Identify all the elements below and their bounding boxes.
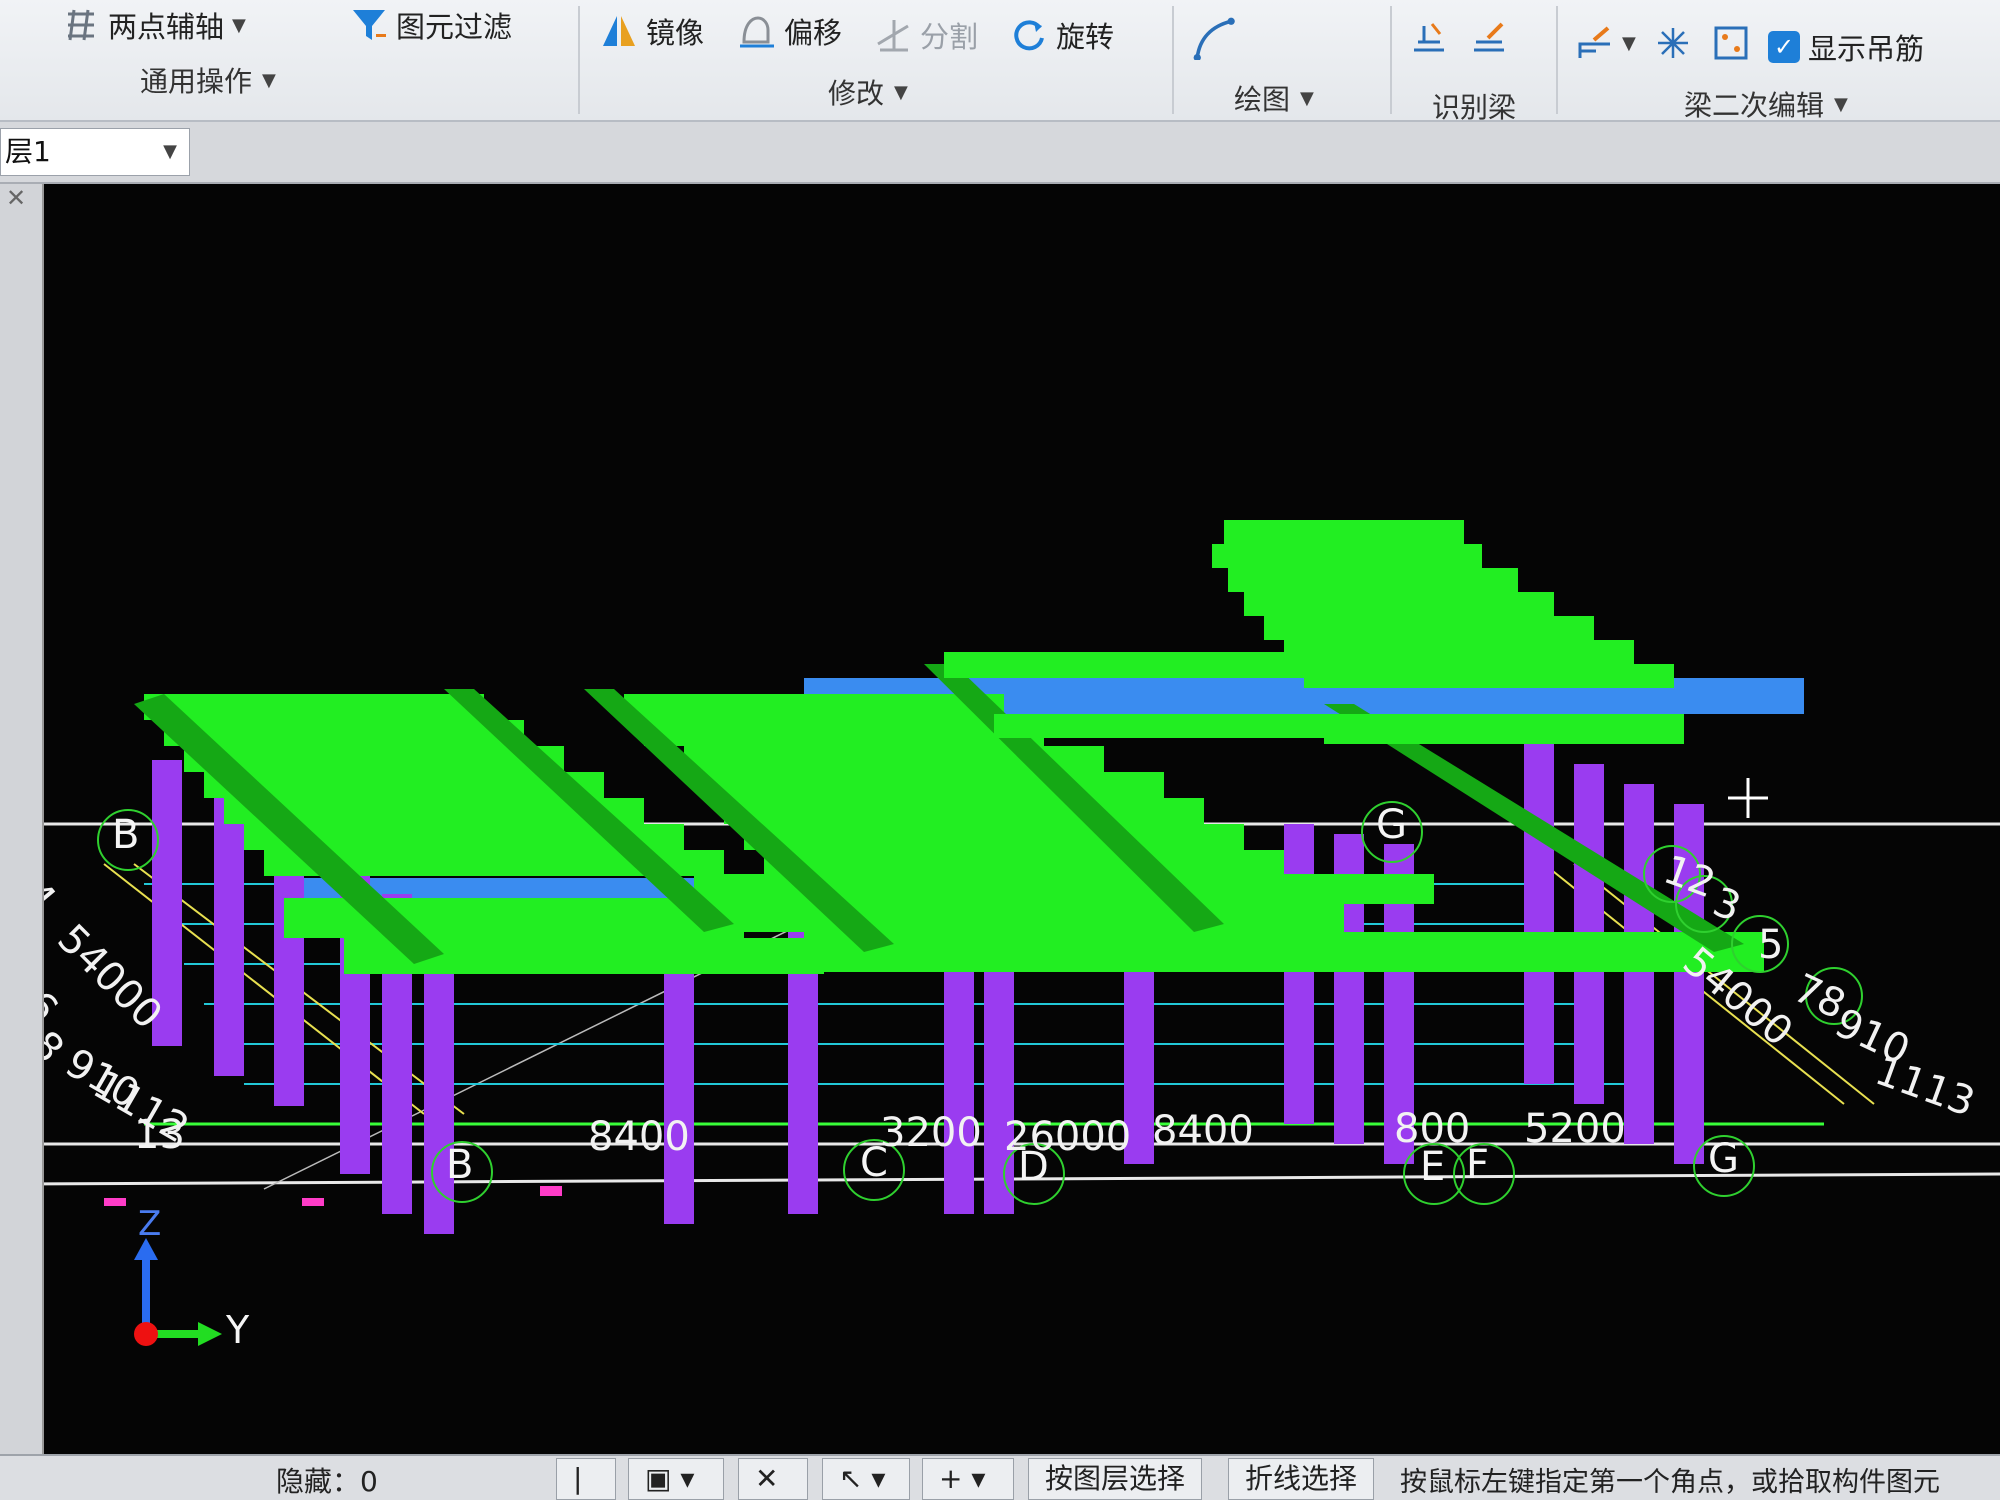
general-ops-label-text: 通用操作 [140,65,253,98]
dim-left-6: 13 [134,1112,185,1158]
dim-right-2: 5 [1758,922,1784,968]
beam-identify-icon [1414,23,1444,52]
draw-group-label[interactable]: 绘图 ▼ [1234,78,1314,118]
chevron-down-icon: ▼ [894,81,908,103]
split-label: 分割 [920,20,979,54]
dim-front-0: 8400 [588,1114,690,1160]
select-by-layer-button[interactable]: 按图层选择 [1028,1458,1203,1500]
rotate-label: 旋转 [1056,20,1115,54]
arc-draw-icon [1193,17,1235,60]
chevron-down-icon[interactable]: ▼ [232,15,246,36]
beam-edit-icon [1474,22,1504,52]
dim-front-5: 5200 [1524,1106,1626,1152]
polyline-select-button[interactable]: 折线选择 [1228,1458,1375,1500]
split-button[interactable]: 分割 [874,14,978,56]
beam-edit-group-label[interactable]: 梁二次编辑 ▼ [1684,84,1848,124]
layer-select-value: 层1 [5,135,51,168]
modify-label-text: 修改 [828,77,885,110]
beam-span-icon [1578,26,1610,58]
axis-label-front-b: B [446,1142,474,1188]
grid-select-icon [1714,26,1748,60]
show-hanger-label: 显示吊筋 [1808,32,1925,66]
ribbon-separator [1172,6,1174,114]
ribbon-toolbar: 两点辅轴 ▼ 图元过滤 通用操作 ▼ 镜像 偏移 分割 旋转 修改 ▼ 绘图 ▼… [0,0,2000,124]
filter-label: 图元过滤 [396,10,513,44]
close-icon[interactable]: ✕ [6,184,26,212]
axis-grid-icon [68,9,94,41]
two-point-axis-button[interactable]: 两点辅轴 ▼ [62,4,246,46]
cross-select-button[interactable]: ✕ [738,1458,808,1500]
dim-front-4: 800 [1394,1106,1471,1152]
view-mode-button[interactable]: | [556,1458,616,1500]
hidden-count: 隐藏：0 [276,1465,378,1498]
chevron-down-icon: ▼ [1300,87,1314,109]
ribbon-separator [1556,6,1558,114]
chevron-down-icon: ▼ [262,69,276,91]
two-point-axis-label: 两点辅轴 [108,10,225,44]
chevron-down-icon: ▼ [1834,93,1848,115]
axis-label-front-g: G [1708,1136,1739,1182]
select-box-icon: ▣ ▾ [645,1462,695,1495]
nav-axes-gizmo [134,1238,222,1346]
snap-tool-button[interactable]: + ▾ [922,1458,1014,1500]
show-hanger-toggle[interactable]: ✓ 显示吊筋 [1768,26,1924,68]
modify-group-label[interactable]: 修改 ▼ [828,72,908,112]
checkbox-checked-icon[interactable]: ✓ [1768,31,1800,63]
layer-select[interactable]: 层1 ▼ [0,128,190,176]
offset-icon [740,16,774,48]
pointer-tool-button[interactable]: ↖ ▾ [822,1458,910,1500]
mirror-icon [603,16,635,46]
floor-marks [104,1186,562,1206]
filter-button[interactable]: 图元过滤 [350,4,512,46]
select-box-button[interactable]: ▣ ▾ [628,1458,724,1500]
rebar-node-icon [1658,28,1688,58]
rotate-icon [1014,20,1044,51]
general-ops-group-label[interactable]: 通用操作 ▼ [140,60,276,100]
3d-viewport[interactable]: B G B C D E F G 8400 3200 26000 8400 800… [44,184,2000,1454]
filter-icon [353,10,386,40]
identify-beam-button[interactable] [1410,20,1448,58]
identify-beam-tool-button[interactable] [1470,20,1508,58]
beam-edit-label-text: 梁二次编辑 [1684,89,1825,122]
mirror-button[interactable]: 镜像 [600,10,704,52]
draw-arc-button[interactable] [1190,14,1236,60]
dim-front-3: 8400 [1152,1108,1254,1154]
beam-tool-button[interactable]: ▼ [1576,24,1636,62]
ribbon-separator [1390,6,1392,114]
offset-button[interactable]: 偏移 [738,10,842,52]
identify-beam-group-label: 识别梁 [1432,86,1516,126]
split-icon [877,20,909,52]
status-prompt: 按鼠标左键指定第一个角点，或拾取构件图元 [1400,1467,1940,1498]
mirror-label: 镜像 [646,16,705,50]
grid-tool-button[interactable] [1712,24,1750,62]
rotate-button[interactable]: 旋转 [1010,14,1114,56]
offset-label: 偏移 [784,16,843,50]
pointer-icon: ↖ ▾ [839,1462,886,1495]
left-side-panel: ✕ [0,184,44,1454]
status-bar: 隐藏：0 | ▣ ▾ ✕ ↖ ▾ + ▾ 按图层选择 折线选择 按鼠标左键指定第… [0,1454,2000,1500]
chevron-down-icon: ▼ [163,141,177,162]
nav-axis-y-label: Y [226,1308,250,1352]
axis-label-back-g: G [1376,802,1407,848]
cross-select-icon: ✕ [755,1462,779,1495]
crosshair-cursor-icon [1728,778,1768,818]
ribbon-separator [578,6,580,114]
hanger-tool-button[interactable] [1654,24,1692,62]
dim-front-2: 26000 [1004,1114,1132,1160]
identify-label-text: 识别梁 [1432,91,1517,124]
nav-axis-z-label: Z [138,1204,162,1244]
chevron-down-icon[interactable]: ▼ [1622,33,1636,54]
axis-label-back-b: B [112,812,140,858]
draw-label-text: 绘图 [1234,83,1291,116]
layer-bar: 层1 ▼ [0,122,2000,184]
structure-3d-drawing [44,520,2000,1346]
dim-front-1: 3200 [880,1110,982,1156]
snap-plus-icon: + ▾ [939,1462,986,1495]
